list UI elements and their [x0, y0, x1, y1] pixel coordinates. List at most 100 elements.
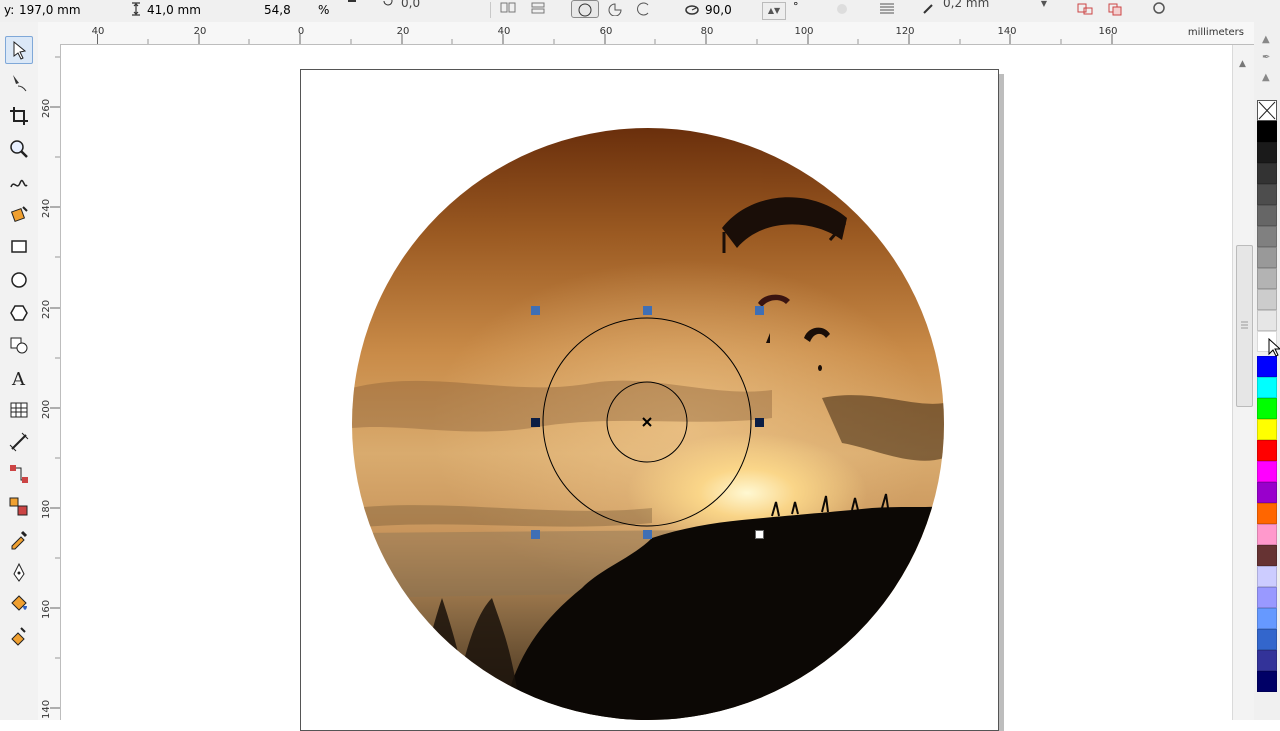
palette-scroll-up-arrow-icon[interactable]: ▲ [1262, 34, 1270, 45]
color-swatch[interactable] [1257, 671, 1277, 692]
lock-ratio-icon[interactable] [344, 0, 360, 10]
color-swatch[interactable] [1257, 587, 1277, 608]
ruler-label: 120 [895, 26, 915, 37]
rotation-field[interactable]: 0,0 [398, 0, 438, 12]
no-color-swatch[interactable] [1257, 100, 1277, 121]
height-icon [128, 2, 144, 18]
wrap-text-icon[interactable] [878, 2, 894, 18]
convert-to-curves-icon[interactable] [1076, 2, 1093, 18]
selection-handle[interactable] [755, 418, 764, 427]
svg-text:A: A [11, 369, 26, 389]
color-swatch[interactable] [1257, 184, 1277, 205]
color-swatch[interactable] [1257, 377, 1277, 398]
eyedropper-tool-icon[interactable] [5, 525, 33, 553]
circular-photo-powerclip[interactable] [352, 128, 944, 720]
height-field[interactable]: 41,0 mm [144, 1, 238, 19]
ellipse-mode-button[interactable] [571, 0, 599, 18]
color-swatch[interactable] [1257, 440, 1277, 461]
outline-pen-tool-icon[interactable] [5, 558, 33, 586]
settings-gear-icon[interactable] [1150, 2, 1166, 18]
shape-tool-icon[interactable] [5, 69, 33, 97]
color-swatch[interactable] [1257, 608, 1277, 629]
scrollbar-thumb[interactable] [1236, 245, 1253, 407]
color-swatch[interactable] [1257, 524, 1277, 545]
angle-spinner[interactable]: ▲▼ [762, 2, 786, 20]
color-swatch[interactable] [1257, 629, 1277, 650]
blend-tool-icon[interactable] [5, 492, 33, 520]
ruler-units: millimeters [1187, 27, 1244, 38]
y-position-field[interactable]: 197,0 mm [16, 1, 112, 19]
ruler-label: 20 [193, 26, 207, 37]
angle-field[interactable]: 90,0 [702, 1, 762, 19]
basic-shapes-tool-icon[interactable] [5, 331, 33, 359]
color-swatch[interactable] [1257, 310, 1277, 331]
ellipse-tool-icon[interactable] [5, 266, 33, 294]
freehand-tool-icon[interactable] [5, 168, 33, 196]
color-swatch[interactable] [1257, 482, 1277, 503]
outline-width-dropdown-icon[interactable]: ▼ [1036, 0, 1052, 12]
ruler-label: 140 [997, 26, 1017, 37]
color-swatch[interactable] [1257, 142, 1277, 163]
scale-field[interactable]: 54,8 [261, 1, 313, 19]
mirror-horizontal-icon[interactable] [500, 2, 516, 18]
polygon-tool-icon[interactable] [5, 299, 33, 327]
color-swatch[interactable] [1257, 545, 1277, 566]
selection-handle[interactable] [755, 306, 764, 315]
color-swatch[interactable] [1257, 419, 1277, 440]
ruler-label: 0 [297, 26, 305, 37]
crop-tool-icon[interactable] [5, 102, 33, 130]
horizontal-ruler[interactable]: 40 20 0 20 40 60 80 100 120 140 160 mill… [38, 22, 1254, 45]
color-swatch[interactable] [1257, 121, 1277, 142]
vertical-scrollbar[interactable]: ▲ [1232, 45, 1255, 720]
clockwise-arc-icon[interactable] [834, 2, 850, 18]
smart-fill-tool-icon[interactable] [5, 200, 33, 228]
fill-tool-icon[interactable] [5, 590, 33, 618]
selection-handle[interactable] [531, 306, 540, 315]
color-swatch[interactable] [1257, 205, 1277, 226]
color-swatch[interactable] [1257, 289, 1277, 310]
selection-handle[interactable] [531, 418, 540, 427]
rotate-icon [380, 0, 396, 10]
ruler-label: 160 [1098, 26, 1118, 37]
color-swatch[interactable] [1257, 268, 1277, 289]
ruler-label: 40 [497, 26, 511, 37]
pie-mode-icon[interactable] [607, 2, 623, 18]
ruler-label: 100 [794, 26, 814, 37]
color-swatch[interactable] [1257, 398, 1277, 419]
selection-handle[interactable] [643, 530, 652, 539]
color-swatch[interactable] [1257, 163, 1277, 184]
arrange-icon[interactable] [1106, 2, 1122, 18]
text-tool-icon[interactable]: A [5, 364, 33, 392]
y-position-label: y: [4, 3, 15, 17]
selection-handle[interactable] [531, 530, 540, 539]
connector-tool-icon[interactable] [5, 460, 33, 488]
scroll-up-arrow-icon[interactable]: ▲ [1239, 59, 1246, 69]
vertical-ruler[interactable]: 260 240 220 200 180 160 140 [38, 44, 61, 720]
color-swatch[interactable] [1257, 650, 1277, 671]
arc-mode-icon[interactable] [636, 2, 652, 18]
color-swatch[interactable] [1257, 247, 1277, 268]
interactive-fill-tool-icon[interactable] [5, 622, 33, 650]
pick-tool-icon[interactable] [5, 36, 33, 64]
outline-width-field[interactable]: 0,2 mm [940, 0, 1044, 12]
zoom-tool-icon[interactable] [5, 135, 33, 163]
ruler-label: 220 [41, 299, 52, 319]
toolbox: A [0, 22, 39, 720]
color-swatch[interactable] [1257, 503, 1277, 524]
color-swatch[interactable] [1257, 566, 1277, 587]
ruler-label: 80 [700, 26, 714, 37]
selection-handle[interactable] [643, 306, 652, 315]
ruler-label: 240 [41, 198, 52, 218]
rectangle-tool-icon[interactable] [5, 233, 33, 261]
color-swatch[interactable] [1257, 356, 1277, 377]
selection-handle[interactable] [755, 530, 764, 539]
palette-pick-icon[interactable]: ✒ [1262, 52, 1270, 63]
color-swatch[interactable] [1257, 461, 1277, 482]
ruler-label: 20 [396, 26, 410, 37]
table-tool-icon[interactable] [5, 396, 33, 424]
mouse-cursor-icon [1268, 338, 1280, 357]
mirror-vertical-icon[interactable] [530, 2, 546, 18]
palette-scroll-top-arrow-icon[interactable]: ▲ [1262, 72, 1270, 83]
color-swatch[interactable] [1257, 226, 1277, 247]
dimension-tool-icon[interactable] [5, 428, 33, 456]
